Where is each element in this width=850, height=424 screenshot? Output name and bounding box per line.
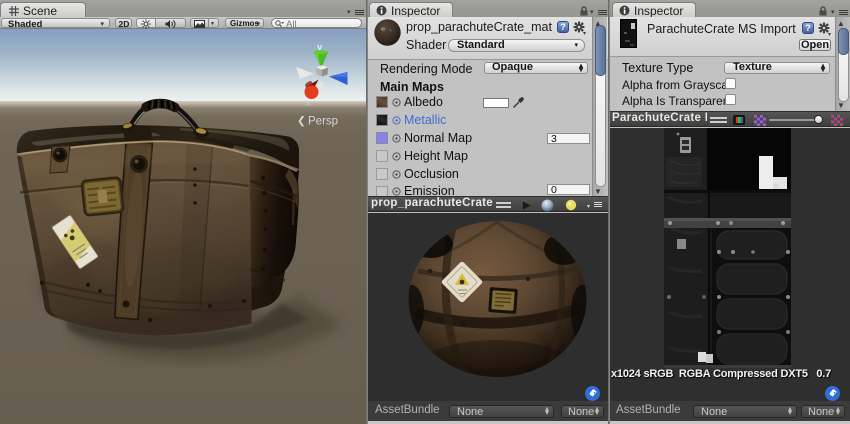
svg-text:Persp: Persp	[308, 115, 338, 127]
svg-text:❮: ❮	[297, 115, 306, 127]
svg-text:x: x	[306, 98, 310, 107]
